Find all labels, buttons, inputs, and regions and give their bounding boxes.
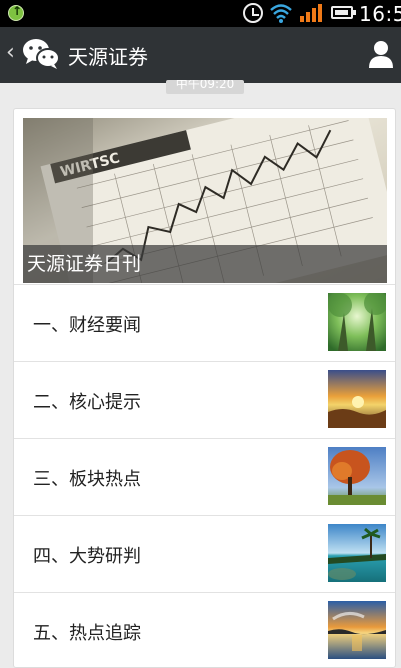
article-card[interactable]: WIRTSC 天源证券日刊 一、财经要闻 二、核心提示 三、板块热点 四、大势研… (13, 108, 396, 668)
banner-title: 天源证券日刊 (23, 245, 387, 283)
list-item-label: 二、核心提示 (33, 392, 141, 413)
status-time: 16:55 (359, 2, 401, 26)
person-icon[interactable] (368, 40, 394, 68)
list-item-label: 五、热点追踪 (33, 623, 141, 644)
list-item[interactable]: 五、热点追踪 (14, 592, 395, 667)
tropical-beach-photo (328, 524, 386, 582)
sunset-lake-photo (328, 601, 386, 659)
message-timestamp: 中午09:20 (166, 80, 244, 94)
list-item-label: 四、大势研判 (33, 546, 141, 567)
article-list: 一、财经要闻 二、核心提示 三、板块热点 四、大势研判 五、热点追踪 (14, 284, 395, 667)
sunset-field-photo (328, 370, 386, 428)
list-item[interactable]: 四、大势研判 (14, 515, 395, 592)
notification-upload-icon (8, 4, 24, 21)
status-bar: 16:55 (0, 0, 401, 27)
autumn-tree-photo (328, 447, 386, 505)
alarm-icon (243, 3, 263, 23)
list-item[interactable]: 三、板块热点 (14, 438, 395, 515)
battery-icon (331, 6, 356, 19)
signal-icon (300, 4, 322, 22)
green-forest-photo (328, 293, 386, 351)
wifi-icon (270, 4, 292, 23)
list-item[interactable]: 二、核心提示 (14, 361, 395, 438)
list-item-label: 一、财经要闻 (33, 315, 141, 336)
chevron-left-icon[interactable]: ‹ (6, 42, 15, 64)
page-title: 天源证券 (68, 45, 148, 69)
app-bar: ‹ 天源证券 (0, 27, 401, 83)
list-item-label: 三、板块热点 (33, 469, 141, 490)
list-item[interactable]: 一、财经要闻 (14, 284, 395, 361)
wechat-icon[interactable] (22, 37, 60, 71)
banner-article[interactable]: WIRTSC 天源证券日刊 (23, 118, 387, 283)
